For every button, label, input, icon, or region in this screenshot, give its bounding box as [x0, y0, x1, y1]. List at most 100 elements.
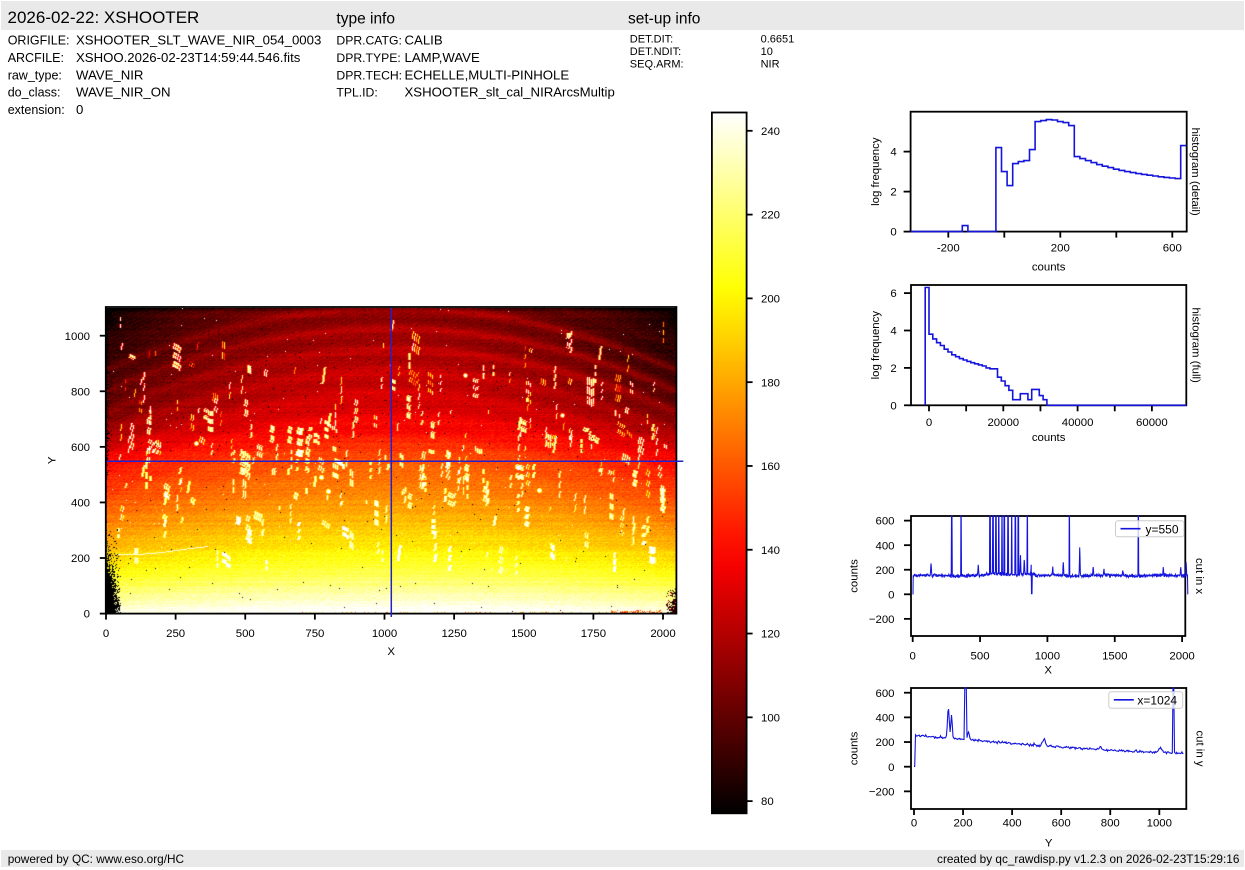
svg-text:SEQ.ARM:: SEQ.ARM: [630, 59, 684, 71]
svg-text:0: 0 [890, 400, 896, 412]
svg-text:10: 10 [761, 46, 773, 58]
svg-text:6: 6 [890, 288, 896, 300]
svg-text:-200: -200 [937, 243, 960, 255]
svg-text:powered by QC: www.eso.org/HC: powered by QC: www.eso.org/HC [8, 852, 185, 866]
svg-text:raw_type:: raw_type: [8, 68, 62, 82]
svg-text:180: 180 [761, 377, 780, 389]
svg-text:4: 4 [890, 326, 896, 338]
svg-text:200: 200 [875, 565, 894, 577]
svg-text:600: 600 [1163, 243, 1182, 255]
svg-text:histogram (detail): histogram (detail) [1189, 128, 1201, 216]
svg-text:20000: 20000 [987, 417, 1019, 429]
svg-text:2: 2 [890, 363, 896, 375]
svg-text:CALIB: CALIB [405, 33, 443, 48]
svg-text:750: 750 [305, 628, 324, 640]
svg-text:cut in x: cut in x [1193, 558, 1205, 594]
svg-text:LAMP,WAVE: LAMP,WAVE [405, 50, 480, 65]
svg-text:do_class:: do_class: [8, 86, 61, 100]
svg-text:1000: 1000 [372, 628, 397, 640]
svg-text:60000: 60000 [1136, 417, 1168, 429]
svg-text:0: 0 [926, 417, 932, 429]
svg-text:500: 500 [236, 628, 255, 640]
svg-text:400: 400 [875, 540, 894, 552]
svg-text:TPL.ID:: TPL.ID: [336, 86, 377, 100]
svg-text:40000: 40000 [1062, 417, 1094, 429]
svg-text:x=1024: x=1024 [1137, 694, 1177, 708]
svg-text:0.6651: 0.6651 [761, 34, 795, 46]
svg-text:220: 220 [761, 210, 780, 222]
svg-text:0: 0 [910, 650, 916, 662]
svg-text:Y: Y [47, 456, 59, 464]
svg-text:counts: counts [849, 559, 861, 593]
svg-text:200: 200 [761, 293, 780, 305]
svg-text:200: 200 [875, 737, 894, 749]
svg-text:1500: 1500 [1102, 650, 1127, 662]
svg-text:0: 0 [103, 628, 109, 640]
svg-text:−200: −200 [869, 614, 895, 626]
svg-text:DPR.TYPE:: DPR.TYPE: [336, 51, 400, 65]
svg-text:0: 0 [76, 102, 83, 117]
svg-text:2000: 2000 [1169, 650, 1194, 662]
svg-text:y=550: y=550 [1146, 522, 1179, 536]
svg-text:counts: counts [1032, 432, 1066, 444]
svg-text:4: 4 [890, 147, 896, 159]
svg-text:NIR: NIR [761, 59, 780, 71]
svg-text:600: 600 [875, 688, 894, 700]
svg-text:ORIGFILE:: ORIGFILE: [8, 34, 70, 48]
svg-text:set-up info: set-up info [628, 11, 700, 28]
svg-text:600: 600 [1052, 818, 1071, 830]
svg-text:0: 0 [84, 609, 90, 621]
svg-text:2: 2 [890, 187, 896, 199]
svg-text:400: 400 [875, 712, 894, 724]
svg-text:200: 200 [71, 553, 90, 565]
svg-text:WAVE_NIR_ON: WAVE_NIR_ON [76, 85, 171, 100]
svg-text:120: 120 [761, 629, 780, 641]
svg-text:counts: counts [1032, 262, 1066, 274]
svg-text:X: X [387, 646, 395, 658]
svg-text:800: 800 [1101, 818, 1120, 830]
svg-text:2026-02-22: XSHOOTER: 2026-02-22: XSHOOTER [8, 8, 200, 27]
svg-text:X: X [1044, 664, 1052, 676]
svg-text:400: 400 [71, 498, 90, 510]
svg-text:DET.NDIT:: DET.NDIT: [630, 46, 681, 58]
svg-text:XSHOO.2026-02-23T14:59:44.546.: XSHOO.2026-02-23T14:59:44.546.fits [76, 50, 301, 65]
svg-text:0: 0 [888, 762, 894, 774]
svg-text:WAVE_NIR: WAVE_NIR [76, 67, 143, 82]
svg-text:DPR.TECH:: DPR.TECH: [336, 68, 402, 82]
svg-text:0: 0 [890, 227, 896, 239]
svg-text:histogram (full): histogram (full) [1189, 307, 1201, 383]
svg-text:1750: 1750 [581, 628, 606, 640]
svg-text:600: 600 [875, 516, 894, 528]
svg-text:1000: 1000 [65, 331, 90, 343]
svg-text:log frequency: log frequency [870, 137, 882, 206]
svg-text:Y: Y [1045, 838, 1053, 850]
svg-text:400: 400 [1003, 818, 1022, 830]
svg-text:log frequency: log frequency [870, 311, 882, 380]
svg-text:240: 240 [761, 126, 780, 138]
svg-text:500: 500 [971, 650, 990, 662]
svg-text:0: 0 [888, 589, 894, 601]
svg-text:200: 200 [954, 818, 973, 830]
svg-text:800: 800 [71, 386, 90, 398]
svg-text:80: 80 [761, 796, 774, 808]
svg-text:cut in y: cut in y [1193, 730, 1205, 766]
svg-text:100: 100 [761, 712, 780, 724]
svg-text:0: 0 [911, 818, 917, 830]
svg-text:2000: 2000 [650, 628, 675, 640]
svg-text:1500: 1500 [511, 628, 536, 640]
svg-text:XSHOOTER_SLT_WAVE_NIR_054_0003: XSHOOTER_SLT_WAVE_NIR_054_0003 [76, 33, 321, 48]
svg-text:140: 140 [761, 545, 780, 557]
svg-text:1250: 1250 [441, 628, 466, 640]
svg-text:extension:: extension: [8, 103, 65, 117]
svg-text:DET.DIT:: DET.DIT: [630, 34, 673, 46]
svg-text:ECHELLE,MULTI-PINHOLE: ECHELLE,MULTI-PINHOLE [405, 67, 570, 82]
svg-text:counts: counts [849, 731, 861, 765]
svg-text:XSHOOTER_slt_cal_NIRArcsMultip: XSHOOTER_slt_cal_NIRArcsMultip [405, 85, 615, 100]
svg-text:1000: 1000 [1147, 818, 1172, 830]
svg-text:ARCFILE:: ARCFILE: [8, 51, 64, 65]
svg-text:−200: −200 [869, 786, 895, 798]
svg-text:1000: 1000 [1035, 650, 1060, 662]
svg-text:200: 200 [1051, 243, 1070, 255]
svg-text:600: 600 [71, 442, 90, 454]
svg-text:created by qc_rawdisp.py v1.2.: created by qc_rawdisp.py v1.2.3 on 2026-… [937, 852, 1240, 866]
